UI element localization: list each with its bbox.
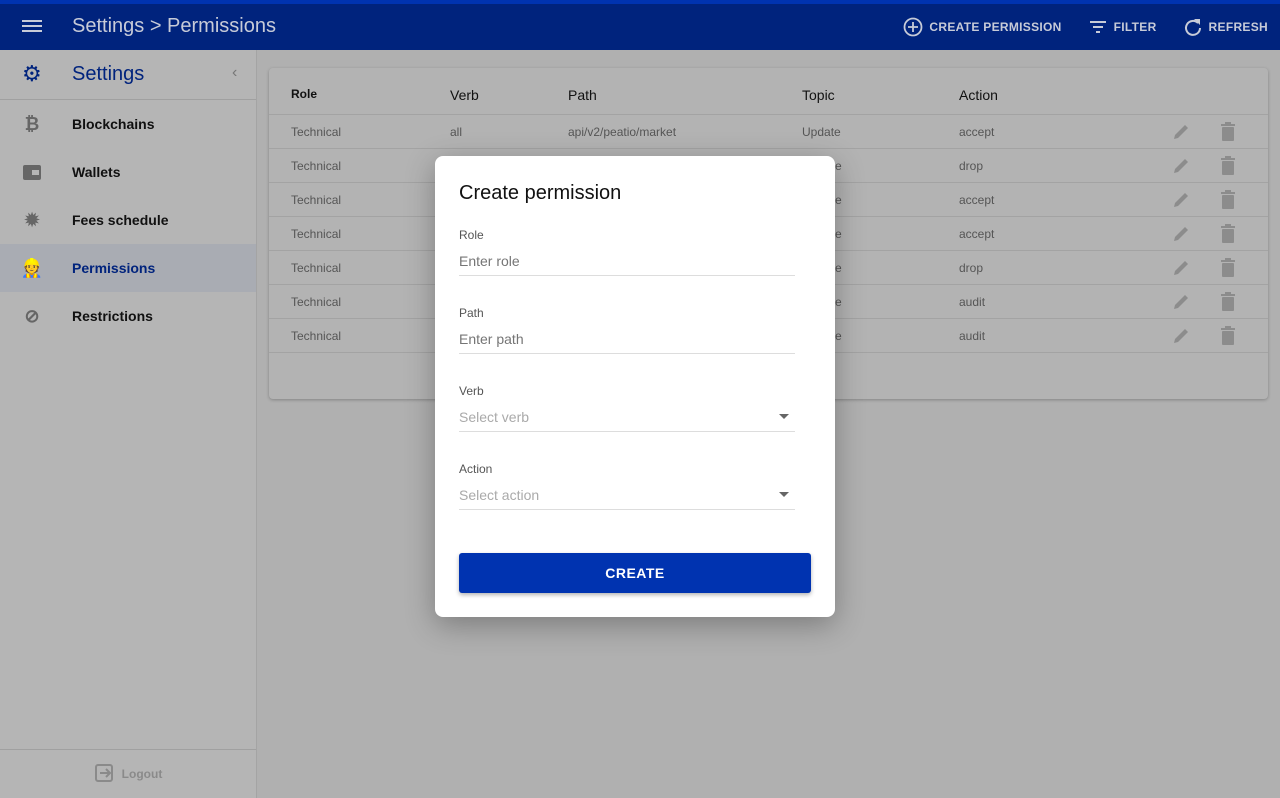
dropdown-arrow-icon: [779, 414, 789, 419]
sidebar-item-wallets[interactable]: Wallets: [0, 148, 256, 196]
cell-role: Technical: [291, 125, 342, 139]
delete-icon[interactable]: [1219, 292, 1237, 315]
cell-topic: e: [835, 227, 842, 241]
dropdown-arrow-icon: [779, 492, 789, 497]
table-row: Technical all api/v2/peatio/market Update ac…: [269, 115, 1268, 149]
cell-path: api/v2/peatio/market: [568, 125, 677, 139]
app-header: Settings > Permissions CREATE PERMISSION…: [0, 0, 1280, 50]
cell-role: Technical: [291, 329, 342, 343]
cell-topic: e: [835, 193, 842, 207]
logout-icon: [94, 763, 114, 786]
cell-action: accept: [959, 125, 995, 139]
cell-topic: e: [835, 261, 842, 275]
table-header: Role Verb Path Topic Action: [269, 68, 1268, 115]
block-icon: ⊘: [24, 305, 40, 326]
cell-action: accept: [959, 227, 995, 241]
logout-button[interactable]: Logout: [0, 749, 256, 798]
edit-icon[interactable]: [1171, 156, 1191, 179]
edit-icon[interactable]: [1171, 190, 1191, 213]
percent-badge-icon: ✹: [24, 209, 40, 230]
cell-action: audit: [959, 295, 986, 309]
menu-icon[interactable]: [22, 17, 42, 35]
cell-role: Technical: [291, 295, 342, 309]
delete-icon[interactable]: [1219, 122, 1237, 145]
sidebar-item-permissions[interactable]: 👷 Permissions: [0, 244, 256, 292]
gear-icon: ⚙: [22, 61, 42, 86]
edit-icon[interactable]: [1171, 292, 1191, 315]
filter-button[interactable]: FILTER: [1088, 16, 1157, 38]
collapse-chevron-icon[interactable]: ‹: [232, 64, 237, 82]
cell-action: drop: [959, 159, 984, 173]
worker-icon: 👷: [20, 257, 44, 278]
cell-role: Technical: [291, 227, 342, 241]
edit-icon[interactable]: [1171, 122, 1191, 145]
cell-topic: Update: [802, 125, 841, 139]
delete-icon[interactable]: [1219, 190, 1237, 213]
path-field[interactable]: Path: [459, 306, 795, 354]
action-select[interactable]: Action Select action: [459, 462, 795, 510]
path-input[interactable]: [459, 331, 795, 347]
role-input[interactable]: [459, 253, 795, 269]
sidebar: ⚙ Settings ‹ ₿ Blockchains Wallets ✹ Fees sc…: [0, 50, 257, 798]
page-title: Settings > Permissions: [72, 15, 276, 37]
filter-icon: [1088, 17, 1108, 37]
cell-action: audit: [959, 329, 986, 343]
dialog-title: Create permission: [459, 182, 622, 204]
sidebar-item-restrictions[interactable]: ⊘ Restrictions: [0, 292, 256, 340]
delete-icon[interactable]: [1219, 326, 1237, 349]
sidebar-item-fees-schedule[interactable]: ✹ Fees schedule: [0, 196, 256, 244]
role-field[interactable]: Role: [459, 228, 795, 276]
create-permission-button[interactable]: CREATE PERMISSION: [903, 16, 1061, 38]
delete-icon[interactable]: [1219, 258, 1237, 281]
edit-icon[interactable]: [1171, 224, 1191, 247]
cell-role: Technical: [291, 261, 342, 275]
create-permission-dialog: Create permission Role Path VerbSelect v…: [435, 156, 835, 617]
refresh-icon: [1183, 17, 1203, 37]
cell-topic: e: [835, 329, 842, 343]
sidebar-item-blockchains[interactable]: ₿ Blockchains: [0, 100, 256, 148]
plus-circle-icon: [903, 17, 923, 37]
refresh-button[interactable]: REFRESH: [1183, 16, 1268, 38]
sidebar-title: Settings: [72, 63, 145, 85]
cell-role: Technical: [291, 159, 342, 173]
delete-icon[interactable]: [1219, 156, 1237, 179]
edit-icon[interactable]: [1171, 258, 1191, 281]
cell-topic: e: [835, 295, 842, 309]
cell-topic: e: [835, 159, 842, 173]
delete-icon[interactable]: [1219, 224, 1237, 247]
cell-role: Technical: [291, 193, 342, 207]
edit-icon[interactable]: [1171, 326, 1191, 349]
verb-select[interactable]: Verb Select verb: [459, 384, 795, 432]
create-button[interactable]: CREATE: [459, 553, 811, 593]
wallet-icon: [22, 162, 42, 182]
cell-action: accept: [959, 193, 995, 207]
cell-action: drop: [959, 261, 984, 275]
bitcoin-icon: ₿: [24, 113, 40, 134]
cell-verb: all: [450, 125, 463, 139]
